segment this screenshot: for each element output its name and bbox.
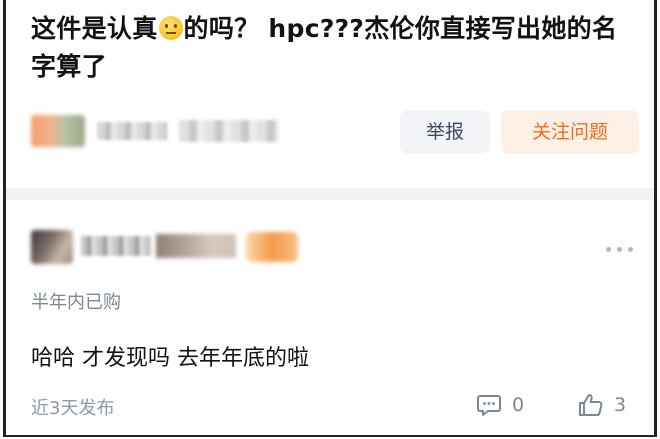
like-button[interactable]: 3: [578, 390, 626, 420]
section-divider: [6, 188, 654, 200]
comment-item: 半年内已购 哈哈 才发现吗 去年年底的啦 近3天发布 0 3: [6, 200, 654, 436]
question-title-part1: 这件是认真: [31, 14, 158, 43]
comment-time: 近3天发布: [31, 398, 115, 419]
comment-avatar[interactable]: [31, 230, 73, 264]
page-frame: 这件是认真 的吗？ hpc???杰伦你直接写出她的名字算了 举报 关注问题 半年内…: [3, 0, 657, 437]
comment-author-row: [31, 228, 591, 268]
author-info-blurred: [179, 120, 279, 142]
follow-question-button[interactable]: 关注问题: [501, 110, 639, 154]
thumbs-up-icon: [579, 394, 603, 416]
report-button[interactable]: 举报: [400, 110, 490, 154]
neutral-face-emoji-icon: [158, 16, 183, 40]
more-options-icon[interactable]: [606, 244, 636, 254]
comment-text: 哈哈 才发现吗 去年年底的啦: [31, 346, 309, 371]
question-title: 这件是认真 的吗？ hpc???杰伦你直接写出她的名字算了: [31, 10, 631, 86]
question-card: 这件是认真 的吗？ hpc???杰伦你直接写出她的名字算了 举报 关注问题: [6, 0, 654, 188]
reply-button[interactable]: 0: [476, 390, 524, 420]
avatar[interactable]: [31, 115, 85, 147]
comment-bubble-icon: [477, 395, 501, 416]
purchase-tag: 半年内已购: [31, 292, 121, 313]
author-name-blurred[interactable]: [97, 122, 167, 140]
comment-author-name-blurred[interactable]: [81, 236, 151, 256]
reply-count: 0: [512, 394, 525, 416]
comment-actions: 0 3: [476, 390, 646, 420]
user-badge-blurred: [246, 232, 298, 262]
comment-author-extra-blurred: [156, 234, 236, 258]
like-count: 3: [614, 394, 627, 416]
